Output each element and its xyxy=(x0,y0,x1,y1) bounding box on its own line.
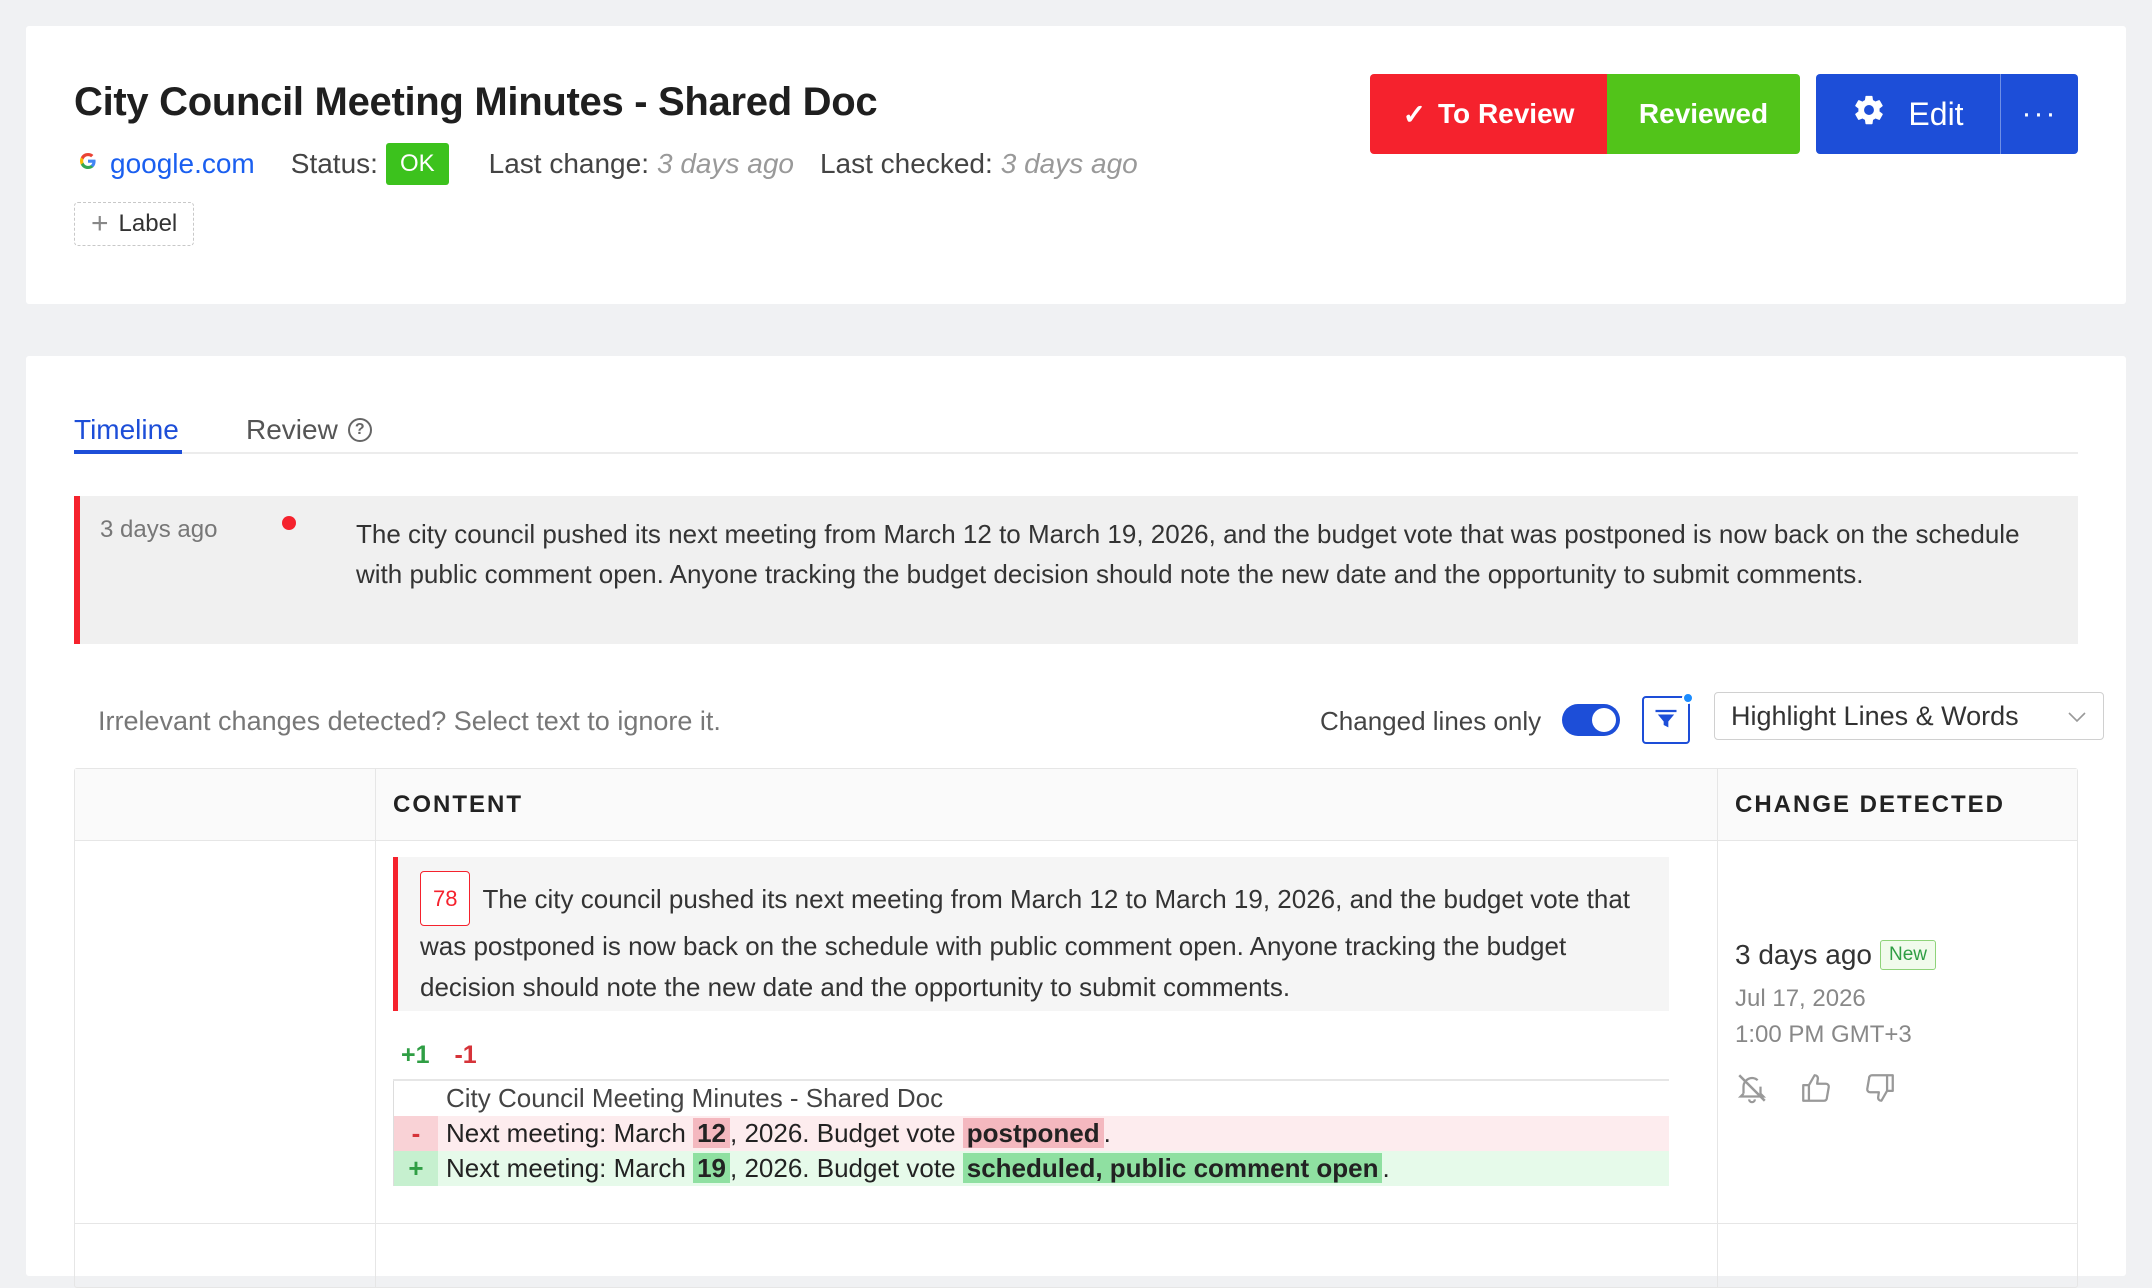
gear-icon xyxy=(1852,93,1886,135)
added-word: scheduled, public comment open xyxy=(962,1153,1383,1183)
page-header-card: City Council Meeting Minutes - Shared Do… xyxy=(26,26,2126,304)
add-label-button[interactable]: + Label xyxy=(74,202,195,246)
last-checked-label: Last checked: xyxy=(819,148,993,179)
highlight-mode-value: Highlight Lines & Words xyxy=(1731,700,2019,731)
reviewed-button[interactable]: Reviewed xyxy=(1607,74,1800,154)
ignore-hint: Irrelevant changes detected? Select text… xyxy=(98,706,721,736)
toggle-knob xyxy=(1592,708,1616,732)
removed-marker: - xyxy=(394,1116,438,1151)
added-line-text: Next meeting: March 19, 2026. Budget vot… xyxy=(446,1151,1390,1186)
diff-lines: City Council Meeting Minutes - Shared Do… xyxy=(393,1079,1669,1186)
filter-active-dot-icon xyxy=(1682,692,1694,704)
removed-suffix: . xyxy=(1103,1118,1111,1148)
diff-context-line: City Council Meeting Minutes - Shared Do… xyxy=(393,1081,1669,1116)
removed-word: postponed xyxy=(962,1118,1104,1148)
edit-button-group: Edit ··· xyxy=(1816,74,2078,154)
detected-relative-time: 3 days ago New xyxy=(1735,939,1937,971)
detected-date: Jul 17, 2026 xyxy=(1735,985,1866,1012)
more-options-button[interactable]: ··· xyxy=(2000,74,2078,154)
tab-review[interactable]: Review ? xyxy=(246,414,372,446)
diff-toolbar: Irrelevant changes detected? Select text… xyxy=(74,692,2104,748)
change-detected-cell: 3 days ago New Jul 17, 2026 1:00 PM GMT+… xyxy=(1735,939,1937,1110)
thumbs-down-icon[interactable] xyxy=(1863,1071,1897,1110)
page-title: City Council Meeting Minutes - Shared Do… xyxy=(74,80,878,124)
help-icon[interactable]: ? xyxy=(347,418,372,442)
check-icon: ✓ xyxy=(1402,98,1427,130)
added-word: 19 xyxy=(693,1153,731,1183)
thumbs-up-icon[interactable] xyxy=(1799,1071,1833,1110)
detected-time: 1:00 PM GMT+3 xyxy=(1735,1021,1912,1048)
unread-dot-icon xyxy=(282,516,296,530)
detected-rel: 3 days ago xyxy=(1735,939,1872,970)
tab-review-label: Review xyxy=(246,414,338,445)
summary-time: 3 days ago xyxy=(100,516,218,543)
reviewed-label: Reviewed xyxy=(1638,98,1769,129)
added-suffix: . xyxy=(1382,1153,1390,1183)
mute-bell-icon[interactable] xyxy=(1735,1071,1769,1110)
column-header-content: CONTENT xyxy=(393,791,523,818)
status-badge: OK xyxy=(385,143,449,185)
content-text: The city council pushed its next meeting… xyxy=(420,884,1631,1002)
diff-removed-line: - Next meeting: March 12, 2026. Budget v… xyxy=(393,1116,1669,1151)
detected-absolute: Jul 17, 2026 1:00 PM GMT+3 xyxy=(1735,981,1936,1053)
changed-lines-toggle[interactable] xyxy=(1562,704,1620,736)
removed-word: 12 xyxy=(693,1118,731,1148)
filter-icon xyxy=(1652,704,1680,737)
edit-label: Edit xyxy=(1908,95,1964,132)
to-review-button[interactable]: ✓ To Review xyxy=(1370,74,1607,154)
context-line-text: City Council Meeting Minutes - Shared Do… xyxy=(446,1083,944,1113)
chevron-down-icon xyxy=(2067,703,2087,729)
added-count: +1 xyxy=(401,1041,430,1069)
last-change-value: 3 days ago xyxy=(656,148,794,179)
diff-added-line: + Next meeting: March 19, 2026. Budget v… xyxy=(393,1151,1669,1186)
removed-line-text: Next meeting: March 12, 2026. Budget vot… xyxy=(446,1116,1111,1151)
changed-lines-label: Changed lines only xyxy=(1320,706,1542,736)
summary-text: The city council pushed its next meeting… xyxy=(356,519,2020,589)
status-label: Status: xyxy=(290,148,378,179)
row-divider xyxy=(75,1223,2077,1224)
add-label-text: Label xyxy=(118,210,178,237)
active-tab-indicator xyxy=(74,450,182,454)
highlight-mode-select[interactable]: Highlight Lines & Words xyxy=(1714,692,2104,740)
column-divider xyxy=(375,769,376,1287)
edit-button[interactable]: Edit xyxy=(1816,74,2000,154)
content-text-wrapper: 78 The city council pushed its next meeti… xyxy=(420,871,1650,1008)
line-number-badge: 78 xyxy=(420,871,471,926)
domain-link[interactable]: google.com xyxy=(110,148,255,180)
review-button-group: ✓ To Review Reviewed xyxy=(1370,74,1800,154)
added-marker: + xyxy=(394,1151,438,1186)
filter-button[interactable] xyxy=(1642,692,1694,744)
tab-bar: Timeline Review ? xyxy=(74,386,2078,454)
change-summary: 3 days ago The city council pushed its n… xyxy=(74,496,2078,644)
tab-timeline-label: Timeline xyxy=(74,414,179,445)
column-header-change-detected: CHANGE DETECTED xyxy=(1735,791,2006,818)
removed-mid: , 2026. Budget vote xyxy=(730,1118,963,1148)
diff-table: CONTENT CHANGE DETECTED 78 The city counc… xyxy=(74,768,2078,1288)
to-review-label: To Review xyxy=(1438,98,1575,129)
last-change-label: Last change: xyxy=(488,148,649,179)
changed-content-block[interactable]: 78 The city council pushed its next meeti… xyxy=(393,857,1669,1011)
new-badge: New xyxy=(1880,940,1937,970)
column-divider xyxy=(1717,769,1718,1287)
plus-icon: + xyxy=(91,207,109,240)
diff-gutter xyxy=(394,1081,438,1116)
removed-prefix: Next meeting: March xyxy=(446,1118,694,1148)
added-mid: , 2026. Budget vote xyxy=(730,1153,963,1183)
removed-count: -1 xyxy=(454,1041,477,1069)
tab-timeline[interactable]: Timeline xyxy=(74,414,179,446)
added-prefix: Next meeting: March xyxy=(446,1153,694,1183)
feedback-actions xyxy=(1735,1071,1936,1110)
timeline-card: Timeline Review ? 3 days ago The city co… xyxy=(26,356,2126,1288)
meta-row: google.com Status: OK Last change: 3 day… xyxy=(74,142,1164,186)
last-checked-value: 3 days ago xyxy=(1000,148,1138,179)
diff-counts: +1 -1 xyxy=(401,1041,477,1070)
google-icon xyxy=(78,150,98,178)
